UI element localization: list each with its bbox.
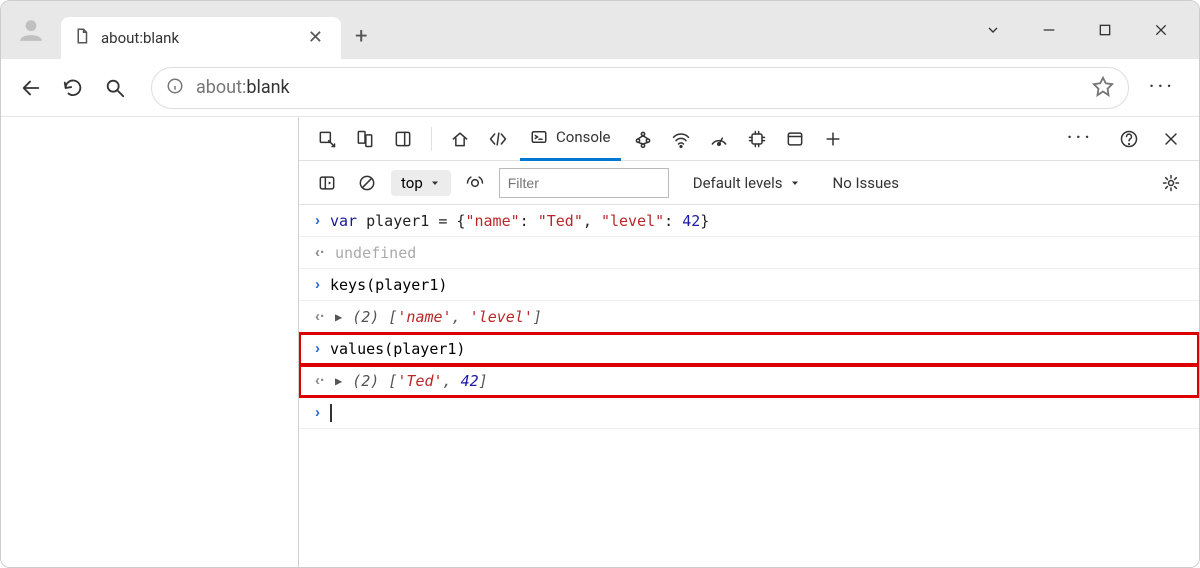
- sources-icon[interactable]: [627, 123, 659, 155]
- search-icon[interactable]: [99, 72, 131, 104]
- console-output: › var player1 = {"name": "Ted", "level":…: [299, 205, 1199, 567]
- tab-title: about:blank: [101, 29, 302, 47]
- new-tab-button[interactable]: +: [355, 24, 367, 49]
- body-area: Console ··· top: [1, 117, 1199, 567]
- sidebar-toggle-icon[interactable]: [311, 167, 343, 199]
- more-tabs-icon[interactable]: [817, 123, 849, 155]
- tab-close-icon[interactable]: ✕: [302, 29, 329, 47]
- url-text: about:blank: [196, 77, 290, 98]
- live-expression-icon[interactable]: [459, 167, 491, 199]
- browser-tab[interactable]: about:blank ✕: [61, 17, 341, 59]
- cursor: [330, 404, 332, 422]
- window-controls: [979, 1, 1191, 59]
- help-icon[interactable]: [1113, 123, 1145, 155]
- context-selector[interactable]: top: [391, 170, 451, 196]
- browser-window: about:blank ✕ + about:blank ···: [0, 0, 1200, 568]
- devtools-panel: Console ··· top: [299, 117, 1199, 567]
- code-text: var player1 = {"name": "Ted", "level": 4…: [330, 212, 709, 230]
- array-text: (2) ['name', 'level']: [352, 308, 542, 326]
- issues-link[interactable]: No Issues: [833, 174, 900, 192]
- log-levels-dropdown[interactable]: Default levels: [693, 174, 801, 192]
- back-icon[interactable]: [15, 72, 47, 104]
- menu-icon[interactable]: ···: [1139, 75, 1185, 100]
- array-text: (2) ['Ted', 42]: [352, 372, 487, 390]
- maximize-icon[interactable]: [1091, 22, 1119, 38]
- minimize-icon[interactable]: [1035, 22, 1063, 38]
- memory-icon[interactable]: [741, 123, 773, 155]
- console-filterbar: top Default levels No Issues: [299, 161, 1199, 205]
- welcome-icon[interactable]: [444, 123, 476, 155]
- profile-icon[interactable]: [17, 16, 45, 44]
- devtools-menu-icon[interactable]: ···: [1057, 126, 1103, 151]
- favorite-icon[interactable]: [1092, 75, 1114, 101]
- device-icon[interactable]: [349, 123, 381, 155]
- console-output-row: ‹· undefined: [299, 237, 1199, 269]
- address-bar[interactable]: about:blank: [151, 67, 1129, 109]
- expand-icon[interactable]: ▶: [335, 310, 342, 324]
- devtools-close-icon[interactable]: [1155, 123, 1187, 155]
- code-text: keys(player1): [330, 276, 447, 294]
- close-icon[interactable]: [1147, 22, 1175, 38]
- clear-console-icon[interactable]: [351, 167, 383, 199]
- console-tab-label: Console: [556, 128, 611, 146]
- chevron-down-icon[interactable]: [979, 22, 1007, 38]
- context-label: top: [401, 174, 423, 192]
- console-input-row: › var player1 = {"name": "Ted", "level":…: [299, 205, 1199, 237]
- page-icon: [73, 27, 91, 49]
- page-content: [1, 117, 299, 567]
- inspect-icon[interactable]: [311, 123, 343, 155]
- console-settings-icon[interactable]: [1155, 167, 1187, 199]
- console-output-row-highlighted: ‹· ▶ (2) ['Ted', 42]: [299, 365, 1199, 397]
- undefined-text: undefined: [335, 244, 416, 262]
- refresh-icon[interactable]: [57, 72, 89, 104]
- console-input-row: › keys(player1): [299, 269, 1199, 301]
- tab-console[interactable]: Console: [520, 117, 621, 161]
- site-info-icon[interactable]: [166, 77, 184, 99]
- elements-icon[interactable]: [482, 123, 514, 155]
- network-icon[interactable]: [665, 123, 697, 155]
- console-output-row: ‹· ▶ (2) ['name', 'level']: [299, 301, 1199, 333]
- devtools-tabstrip: Console ···: [299, 117, 1199, 161]
- code-text: values(player1): [330, 340, 465, 358]
- dock-icon[interactable]: [387, 123, 419, 155]
- expand-icon[interactable]: ▶: [335, 374, 342, 388]
- filter-input[interactable]: [499, 168, 669, 198]
- console-prompt[interactable]: ›: [299, 397, 1199, 429]
- toolbar: about:blank ···: [1, 59, 1199, 117]
- console-input-row-highlighted: › values(player1): [299, 333, 1199, 365]
- application-icon[interactable]: [779, 123, 811, 155]
- performance-icon[interactable]: [703, 123, 735, 155]
- titlebar: about:blank ✕ +: [1, 1, 1199, 59]
